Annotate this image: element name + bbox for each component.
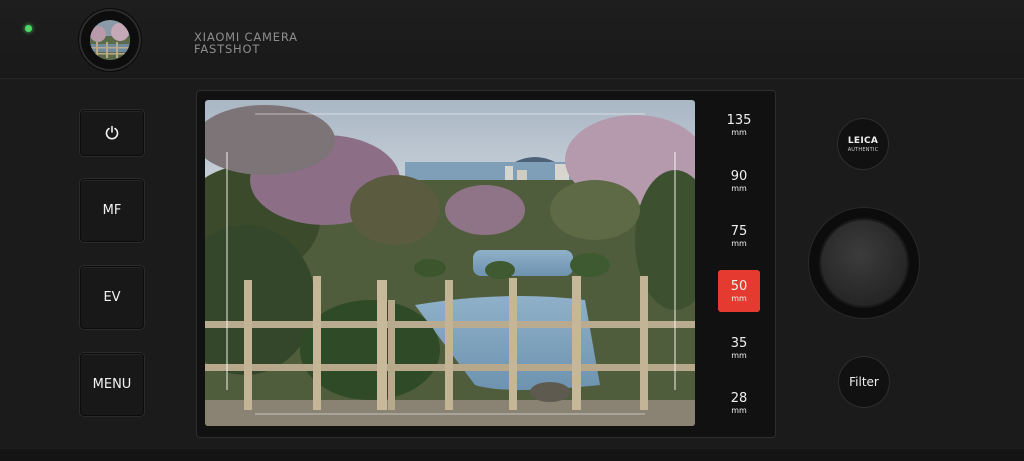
viewfinder[interactable]	[205, 100, 695, 426]
menu-label: MENU	[92, 377, 132, 392]
brand-line-2: FASTSHOT	[194, 42, 261, 56]
ev-button[interactable]: EV	[80, 266, 144, 329]
focal-value: 50	[730, 278, 748, 294]
app-brand: XIAOMI CAMERA FASTSHOT	[194, 31, 298, 55]
mf-label: MF	[102, 203, 122, 218]
mf-button[interactable]: MF	[80, 179, 144, 242]
focal-50mm[interactable]: 50 mm	[718, 270, 760, 312]
focal-35mm[interactable]: 35 mm	[718, 327, 760, 369]
focal-75mm[interactable]: 75 mm	[718, 215, 760, 257]
focal-value: 35	[730, 335, 748, 351]
filter-button[interactable]: Filter	[839, 357, 889, 407]
filter-label: Filter	[849, 375, 879, 389]
focal-unit: mm	[731, 350, 747, 360]
focal-unit: mm	[731, 405, 747, 415]
shutter-button-inner	[821, 220, 907, 306]
bottom-strip	[0, 449, 1024, 461]
focal-unit: mm	[731, 293, 747, 303]
focal-value: 75	[730, 223, 748, 239]
shutter-button[interactable]	[809, 208, 919, 318]
ev-label: EV	[103, 290, 121, 305]
status-indicator	[25, 25, 32, 32]
focal-value: 135	[726, 112, 752, 128]
focal-value: 28	[730, 390, 748, 406]
focal-unit: mm	[731, 127, 747, 137]
leica-sublabel: AUTHENTIC	[847, 146, 879, 153]
focal-135mm[interactable]: 135 mm	[718, 104, 760, 146]
leica-button[interactable]: LEICA AUTHENTIC	[838, 119, 888, 169]
power-icon	[105, 125, 119, 140]
focal-unit: mm	[731, 238, 747, 248]
power-button[interactable]	[80, 110, 144, 156]
focal-28mm[interactable]: 28 mm	[718, 382, 760, 424]
focal-value: 90	[730, 168, 748, 184]
menu-button[interactable]: MENU	[80, 353, 144, 416]
focal-unit: mm	[731, 183, 747, 193]
top-bar: XIAOMI CAMERA FASTSHOT	[0, 0, 1024, 79]
camera-preview-image	[205, 100, 695, 426]
gallery-thumbnail[interactable]	[79, 9, 141, 71]
focal-90mm[interactable]: 90 mm	[718, 160, 760, 202]
thumbnail-image	[90, 20, 130, 60]
leica-label: LEICA	[847, 135, 879, 146]
